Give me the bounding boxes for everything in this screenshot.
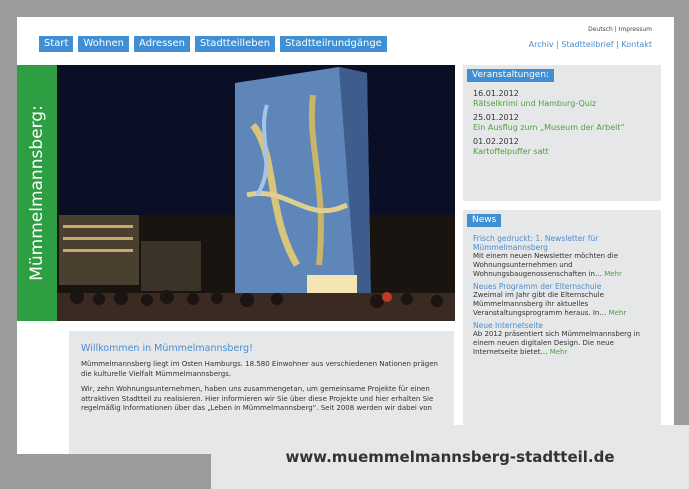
hero-title-band: Mümmelmannsberg:: [17, 65, 57, 321]
event-title[interactable]: Ein Ausflug zum „Museum der Arbeit“: [473, 123, 655, 133]
news-title[interactable]: Neue Internetseite: [473, 321, 655, 330]
hero-photo: [57, 65, 455, 321]
news-text: Zweimal im Jahr gibt die Elternschule Mü…: [473, 291, 655, 318]
news-text: Ab 2012 präsentiert sich Mümmelmannsberg…: [473, 330, 655, 357]
event-date: 25.01.2012: [473, 113, 519, 122]
nav-start[interactable]: Start: [39, 36, 74, 52]
hero-banner: Mümmelmannsberg:: [17, 65, 455, 321]
event-date: 01.02.2012: [473, 137, 519, 146]
event-title[interactable]: Kartoffelpuffer satt: [473, 147, 655, 157]
news-text: Mit einem neuen Newsletter möchten die W…: [473, 252, 655, 279]
nav-stadtteilleben[interactable]: Stadtteilleben: [195, 36, 276, 52]
more-link[interactable]: Mehr: [604, 270, 622, 278]
welcome-paragraph: Mümmelmannsberg liegt im Osten Hamburgs.…: [81, 360, 438, 378]
event-title[interactable]: Rätselkrimi und Hamburg-Quiz: [473, 99, 655, 109]
events-list: 16.01.2012 Rätselkrimi und Hamburg-Quiz …: [473, 89, 655, 161]
url-caption: www.muemmelmannsberg-stadtteil.de: [211, 425, 689, 489]
top-links[interactable]: Archiv | Stadtteilbrief | Kontakt: [529, 40, 652, 49]
news-box: News Frisch gedruckt: 1. Newsletter für …: [463, 210, 661, 454]
news-title[interactable]: Neues Programm der Elternschule: [473, 282, 655, 291]
main-nav: Start Wohnen Adressen Stadtteilleben Sta…: [39, 36, 387, 52]
news-heading: News: [467, 214, 502, 227]
events-box: Veranstaltungen: 16.01.2012 Rätselkrimi …: [463, 65, 661, 201]
welcome-paragraph: Wir, zehn Wohnungsunternehmen, haben uns…: [81, 385, 434, 412]
more-link[interactable]: Mehr: [550, 348, 568, 356]
language-links[interactable]: Deutsch | Impressum: [588, 26, 652, 33]
news-title[interactable]: Frisch gedruckt: 1. Newsletter für Mümme…: [473, 234, 655, 252]
event-date: 16.01.2012: [473, 89, 519, 98]
nav-wohnen[interactable]: Wohnen: [78, 36, 130, 52]
news-list: Frisch gedruckt: 1. Newsletter für Mümme…: [473, 234, 655, 360]
news-text-body: Mit einem neuen Newsletter möchten die W…: [473, 252, 619, 278]
hero-title: Mümmelmannsberg:: [27, 105, 47, 281]
news-text-body: Zweimal im Jahr gibt die Elternschule Mü…: [473, 291, 607, 317]
website-page: Start Wohnen Adressen Stadtteilleben Sta…: [17, 17, 674, 454]
welcome-title: Willkommen in Mümmelmannsberg!: [81, 343, 253, 354]
nav-stadtteilrundgaenge[interactable]: Stadtteilrundgänge: [280, 36, 387, 52]
events-heading: Veranstaltungen:: [467, 69, 555, 82]
nav-adressen[interactable]: Adressen: [134, 36, 190, 52]
more-link[interactable]: Mehr: [609, 309, 627, 317]
